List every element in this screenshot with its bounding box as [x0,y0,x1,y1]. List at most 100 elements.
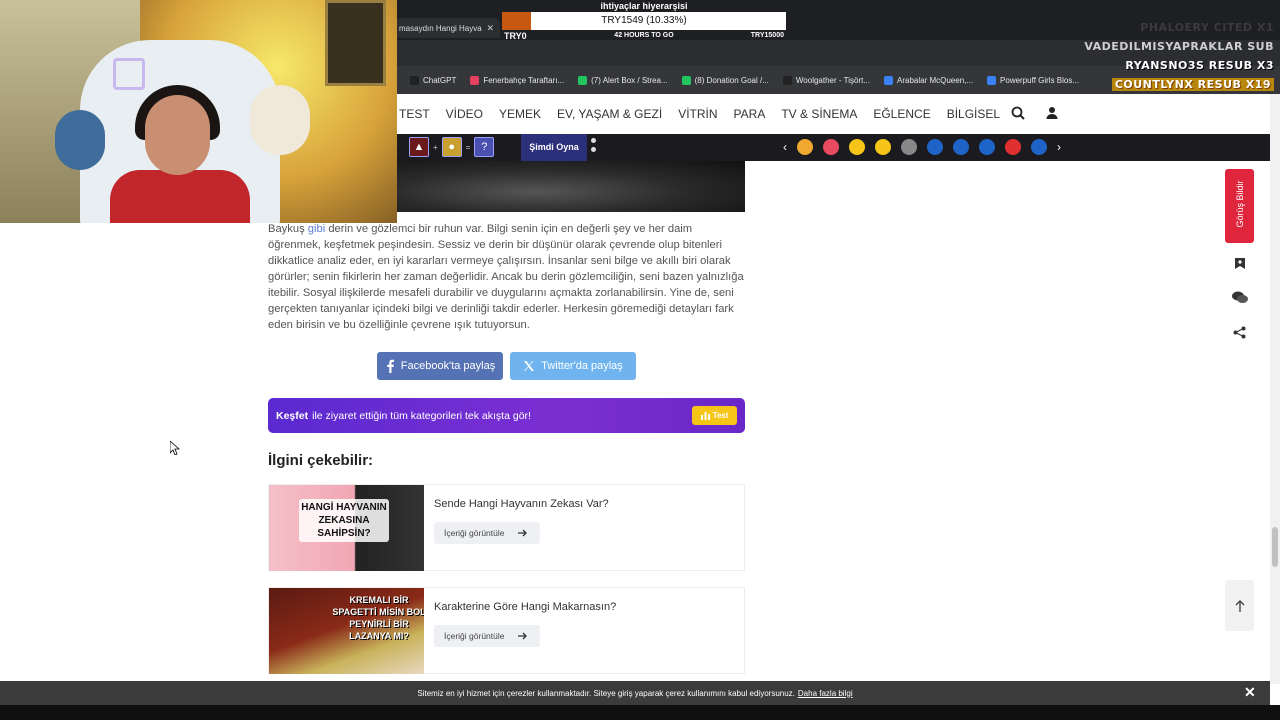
streamer-face [145,95,210,175]
reaction-icon[interactable] [1031,139,1047,155]
goal-time-left: 42 HOURS TO GO [614,32,674,39]
related-heading: İlgini çekebilir: [268,452,374,469]
bookmark-item[interactable]: (7) Alert Box / Strea... [578,75,668,85]
mouse-cursor-icon [169,440,181,460]
nav-item-yemek[interactable]: YEMEK [499,107,541,121]
search-icon[interactable] [1011,106,1025,125]
related-card-title[interactable]: Karakterine Göre Hangi Makarnasın? [434,601,616,613]
result-description: Baykuş gibi derin ve gözlemci bir ruhun … [268,221,746,333]
sub-feed-line: RYANSNO3S RESUB X3 [1125,59,1274,72]
game-tile-question: ? [474,137,495,157]
arrow-right-icon [518,632,528,640]
twitch-logo-icon [113,58,145,90]
nav-item-test[interactable]: TEST [399,107,430,121]
comments-icon[interactable] [1225,283,1254,312]
reaction-icon[interactable] [979,139,995,155]
nav-item-vitrin[interactable]: VİTRİN [678,107,717,121]
equals-sign: = [465,142,471,152]
bookmark-label: (8) Donation Goal /... [694,75,769,85]
reaction-next-icon[interactable]: › [1057,139,1061,155]
webcam-overlay [0,0,397,223]
reaction-icon[interactable] [901,139,917,155]
thumbnail-caption: HANGİ HAYVANIN ZEKASINA SAHİPSİN? [299,499,389,542]
facebook-share-button[interactable]: Facebook'ta paylaş [377,352,503,380]
reaction-icon[interactable] [875,139,891,155]
reaction-icon[interactable] [823,139,839,155]
plush-toy [55,110,105,170]
nav-item-ev-yasam-gezi[interactable]: EV, YAŞAM & GEZİ [557,107,662,121]
bookmark-label: Woolgather - Tişört... [795,75,870,85]
x-logo-icon [524,361,535,371]
cookie-banner: Sitemiz en iyi hizmet için çerezler kull… [0,681,1270,705]
bottom-strip [0,705,1280,720]
reaction-strip: ‹ › [783,139,1061,155]
view-content-label: İçeriği görüntüle [444,528,505,538]
nav-item-para[interactable]: PARA [734,107,766,121]
related-card-title[interactable]: Sende Hangi Hayvanın Zekası Var? [434,498,609,510]
reaction-icon[interactable] [953,139,969,155]
kesfet-banner[interactable]: Keşfet ile ziyaret ettiğin tüm kategoril… [268,398,745,433]
test-badge-label: Test [712,411,729,420]
result-hero-image [397,161,745,212]
article-body: derin ve gözlemci bir ruhun var. Bilgi s… [268,223,744,331]
plush-toy [250,85,310,155]
bookmark-label: ChatGPT [423,75,457,85]
cookie-close-icon[interactable]: ✕ [1244,684,1256,701]
bookmark-label: Arabalar McQueen,... [897,75,974,85]
sub-feed-line: COUNTLYNX RESUB X19 [1111,78,1274,91]
view-content-button[interactable]: İçeriği görüntüle [434,522,540,544]
reaction-icon[interactable] [797,139,813,155]
bookmark-item[interactable]: ChatGPT [410,75,457,85]
cookie-text: Sitemiz en iyi hizmet için çerezler kull… [417,688,795,698]
streamer-shirt [110,170,250,223]
tab-close-icon[interactable]: ✕ [486,23,494,34]
bookmark-item[interactable]: Powerpuff Girls Blos... [987,75,1079,85]
game-tile-icon: ▲ [409,137,429,157]
bookmark-favicon-icon [470,75,480,85]
article-lead: Baykuş [268,223,308,235]
nav-item-video[interactable]: VİDEO [446,107,483,121]
nav-item-bilgisel[interactable]: BİLGİSEL [947,107,1000,121]
related-card[interactable]: HANGİ HAYVANIN ZEKASINA SAHİPSİN? Sende … [268,484,745,571]
user-icon[interactable] [1045,106,1059,125]
nav-item-tv-sinema[interactable]: TV & SİNEMA [781,107,857,121]
sub-feed-line: VADEDILMISYAPRAKLAR SUB [1084,40,1274,53]
twitter-share-button[interactable]: Twitter'da paylaş [510,352,636,380]
related-card[interactable]: KREMALI BİR SPAGETTİ MİSİN BOL PEYNİRLİ … [268,587,745,674]
article-link[interactable]: gibi [308,223,325,235]
kesfet-text: ile ziyaret ettiğin tüm kategorileri tek… [312,409,531,422]
cookie-more-link[interactable]: Daha fazla bilgi [798,689,853,698]
bookmark-item[interactable]: (8) Donation Goal /... [681,75,769,85]
scroll-to-top-button[interactable] [1225,580,1254,631]
share-icon[interactable] [1225,318,1254,347]
reaction-icon[interactable] [849,139,865,155]
sub-feed-overlay: PHALOERY CITED X1 VADEDILMISYAPRAKLAR SU… [1084,18,1274,94]
more-icon[interactable] [591,138,596,156]
browser-tab-active[interactable]: masaydın Hangi Hayva ✕ [395,18,500,38]
test-badge-button[interactable]: Test [692,406,737,425]
donation-goal-overlay: ihtiyaçlar hiyerarşisi TRY1549 (10.33%) … [502,0,786,42]
emoji-game[interactable]: ▲ + ● = ? [409,137,495,157]
bookmark-item[interactable]: Arabalar McQueen,... [884,75,974,85]
bookmark-item[interactable]: Woolgather - Tişört... [782,75,870,85]
thumbnail-caption: KREMALI BİR SPAGETTİ MİSİN BOL PEYNİRLİ … [332,595,424,641]
play-now-button[interactable]: Şimdi Oyna [521,134,587,161]
arrow-right-icon [518,529,528,537]
reaction-icon[interactable] [927,139,943,155]
site-nav: TEST VİDEO YEMEK EV, YAŞAM & GEZİ VİTRİN… [397,94,1280,134]
reaction-prev-icon[interactable]: ‹ [783,139,787,155]
scrollbar-thumb[interactable] [1272,527,1278,567]
bookmark-label: Fenerbahçe Taraftarı... [483,75,565,85]
bookmark-favicon-icon [578,75,588,85]
feedback-button[interactable]: Görüş Bildir [1225,169,1254,243]
view-content-button[interactable]: İçeriği görüntüle [434,625,540,647]
feedback-label: Görüş Bildir [1235,180,1245,228]
reaction-icon[interactable] [1005,139,1021,155]
nav-item-eglence[interactable]: EĞLENCE [873,107,930,121]
goal-progress-text: TRY1549 (10.33%) [601,15,687,26]
goal-progress-bar: TRY1549 (10.33%) [502,12,786,30]
bookmark-item[interactable]: Fenerbahçe Taraftarı... [470,75,565,85]
page-scrollbar[interactable] [1270,94,1280,684]
game-tile-icon: ● [441,137,462,157]
bookmark-add-icon[interactable] [1225,249,1254,278]
